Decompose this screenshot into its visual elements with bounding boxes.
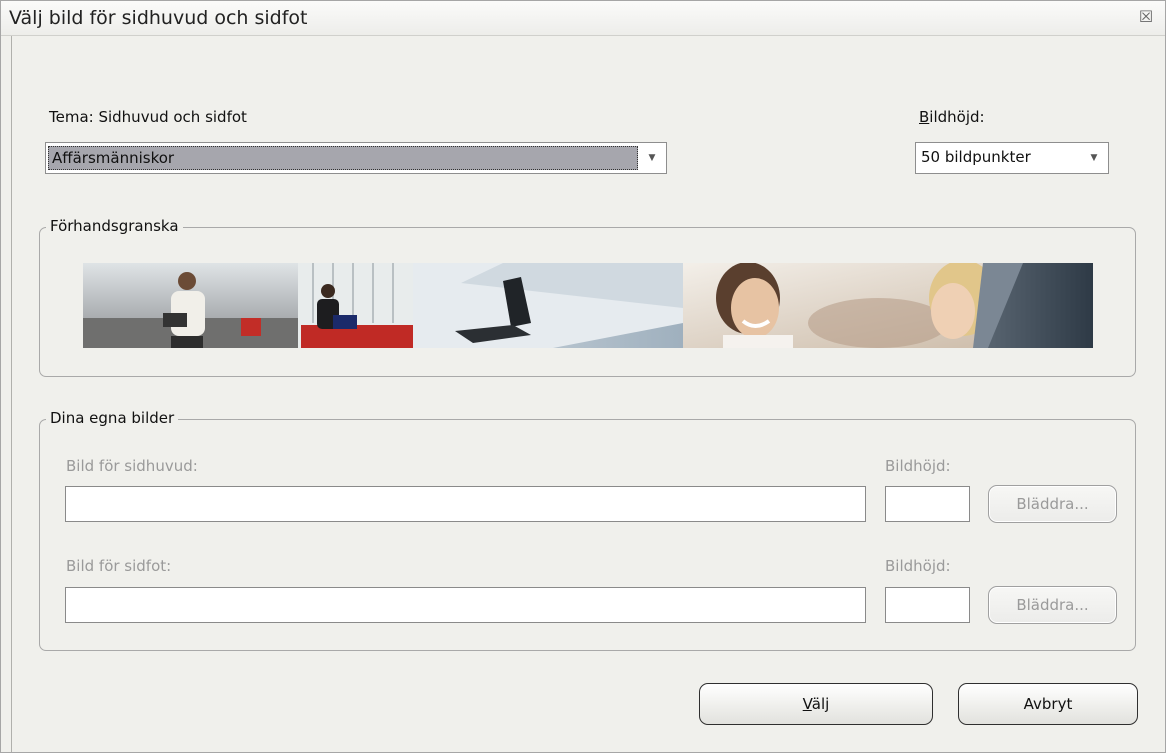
header-image-label: Bild för sidhuvud: xyxy=(66,457,198,475)
image-height-label: Bildhöjd: xyxy=(919,108,985,126)
theme-dropdown-value: Affärsmänniskor xyxy=(48,146,638,170)
theme-label: Tema: Sidhuvud och sidfot xyxy=(49,108,247,126)
preview-banner-image xyxy=(83,263,1093,348)
close-icon[interactable]: ☒ xyxy=(1137,8,1155,26)
preview-legend: Förhandsgranska xyxy=(46,217,183,235)
dialog-window: Välj bild för sidhuvud och sidfot ☒ Tema… xyxy=(0,0,1166,753)
image-height-dropdown-value: 50 bildpunkter xyxy=(921,148,1031,166)
header-height-label: Bildhöjd: xyxy=(885,457,951,475)
preview-banner-graphic xyxy=(83,263,1093,348)
header-height-input[interactable] xyxy=(885,486,970,522)
footer-image-input[interactable] xyxy=(65,587,866,623)
ok-button[interactable]: Välj xyxy=(699,683,933,725)
dialog-title: Välj bild för sidhuvud och sidfot xyxy=(9,7,308,29)
footer-image-label: Bild för sidfot: xyxy=(66,557,172,575)
own-images-legend: Dina egna bilder xyxy=(46,409,179,427)
header-image-input[interactable] xyxy=(65,486,866,522)
chevron-down-icon[interactable]: ▼ xyxy=(642,147,662,169)
header-browse-button[interactable]: Bläddra... xyxy=(988,485,1117,523)
image-height-dropdown[interactable]: 50 bildpunkter ▼ xyxy=(915,142,1109,174)
theme-dropdown[interactable]: Affärsmänniskor ▼ xyxy=(45,142,667,174)
footer-height-input[interactable] xyxy=(885,587,970,623)
cancel-button[interactable]: Avbryt xyxy=(958,683,1138,725)
footer-height-label: Bildhöjd: xyxy=(885,557,951,575)
footer-browse-button[interactable]: Bläddra... xyxy=(988,586,1117,624)
frame-edge xyxy=(11,36,12,752)
chevron-down-icon[interactable]: ▼ xyxy=(1084,147,1104,169)
title-bar: Välj bild för sidhuvud och sidfot ☒ xyxy=(1,1,1165,36)
